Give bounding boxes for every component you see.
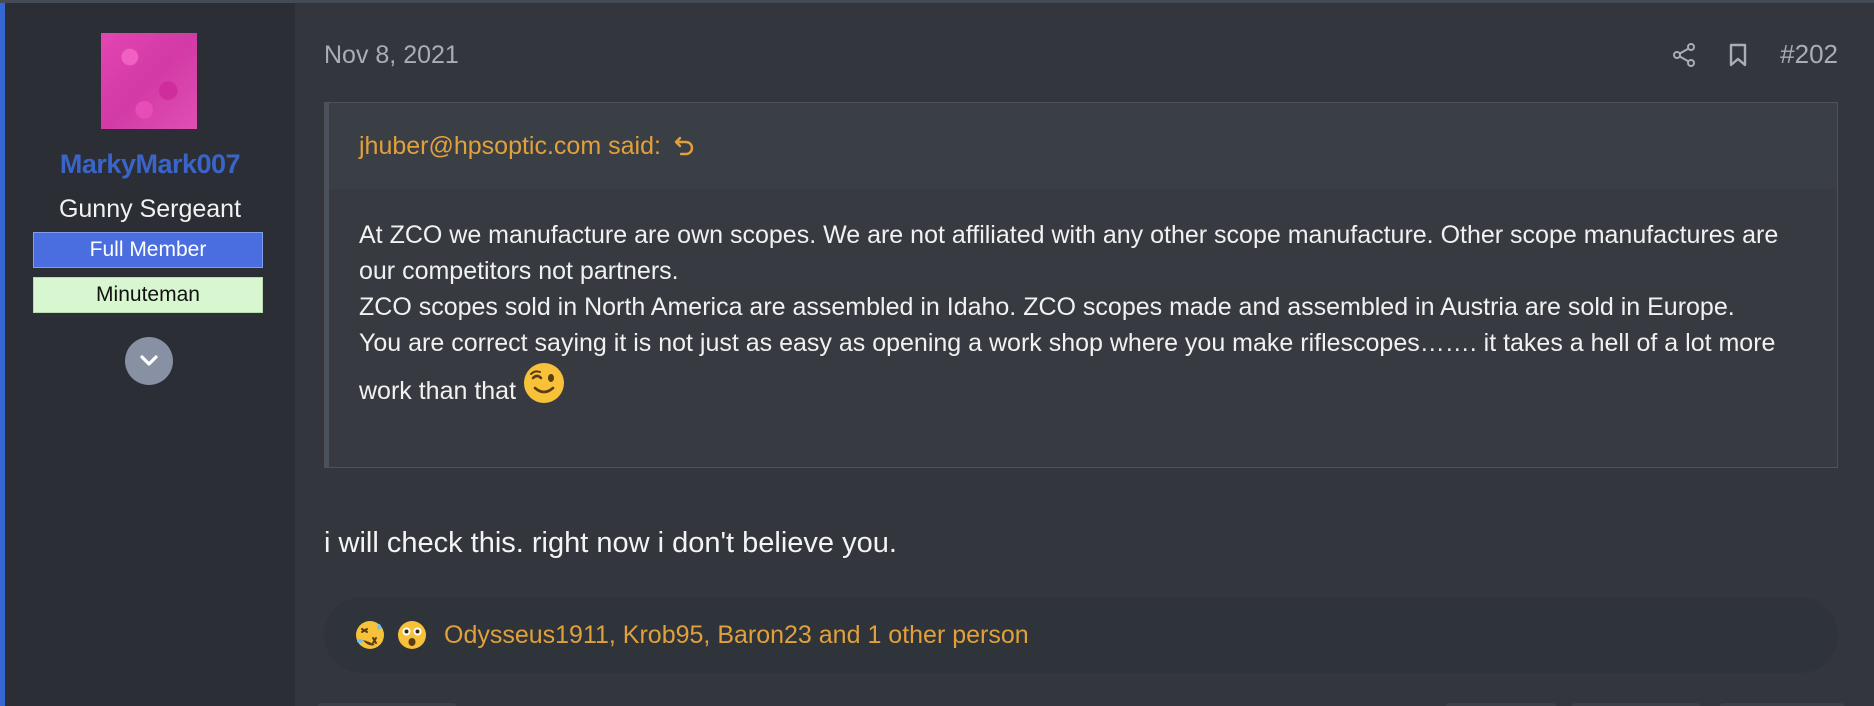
user-banner-full-member: Full Member (33, 232, 263, 268)
username-link[interactable]: MarkyMark007 (5, 149, 295, 180)
quote-line: At ZCO we manufacture are own scopes. We… (359, 221, 1779, 285)
go-to-quoted-post-icon[interactable] (673, 134, 695, 158)
quote-body: At ZCO we manufacture are own scopes. We… (329, 189, 1837, 467)
quote-author-link[interactable]: jhuber@hpsoptic.com said: (359, 132, 661, 161)
post-number-link[interactable]: #202 (1780, 39, 1838, 70)
avatar[interactable] (101, 33, 197, 129)
forum-post: MarkyMark007 Gunny Sergeant Full Member … (0, 0, 1874, 706)
quote-line-with-emoji: You are correct saying it is not just as… (359, 325, 1807, 415)
reactions-bar: Odysseus1911, Krob95, Baron23 and 1 othe… (324, 597, 1838, 673)
quote-line: You are correct saying it is not just as… (359, 329, 1776, 405)
quote-header: jhuber@hpsoptic.com said: (329, 103, 1837, 189)
astonished-face-icon[interactable] (396, 619, 428, 651)
bookmark-icon[interactable] (1724, 41, 1752, 69)
quote-line: ZCO scopes sold in North America are ass… (359, 293, 1735, 321)
rolling-on-floor-laughing-icon[interactable] (354, 619, 386, 651)
post-actions: #202 (1644, 39, 1838, 70)
user-banner-minuteman: Minuteman (33, 277, 263, 313)
reaction-users-link[interactable]: Odysseus1911, Krob95, Baron23 and 1 othe… (444, 621, 1029, 650)
post-message: i will check this. right now i don't bel… (324, 527, 897, 559)
chevron-down-icon (140, 355, 158, 366)
user-info-column: MarkyMark007 Gunny Sergeant Full Member … (5, 3, 295, 706)
user-title: Gunny Sergeant (58, 195, 242, 223)
expand-user-info-button[interactable] (125, 337, 173, 385)
share-icon[interactable] (1670, 41, 1698, 69)
post-main: Nov 8, 2021 #202 jhuber@hpsoptic.com sai… (324, 3, 1838, 706)
post-date-link[interactable]: Nov 8, 2021 (324, 41, 459, 70)
quote-block: jhuber@hpsoptic.com said: At ZCO we manu… (324, 102, 1838, 468)
winking-face-icon (522, 361, 566, 415)
